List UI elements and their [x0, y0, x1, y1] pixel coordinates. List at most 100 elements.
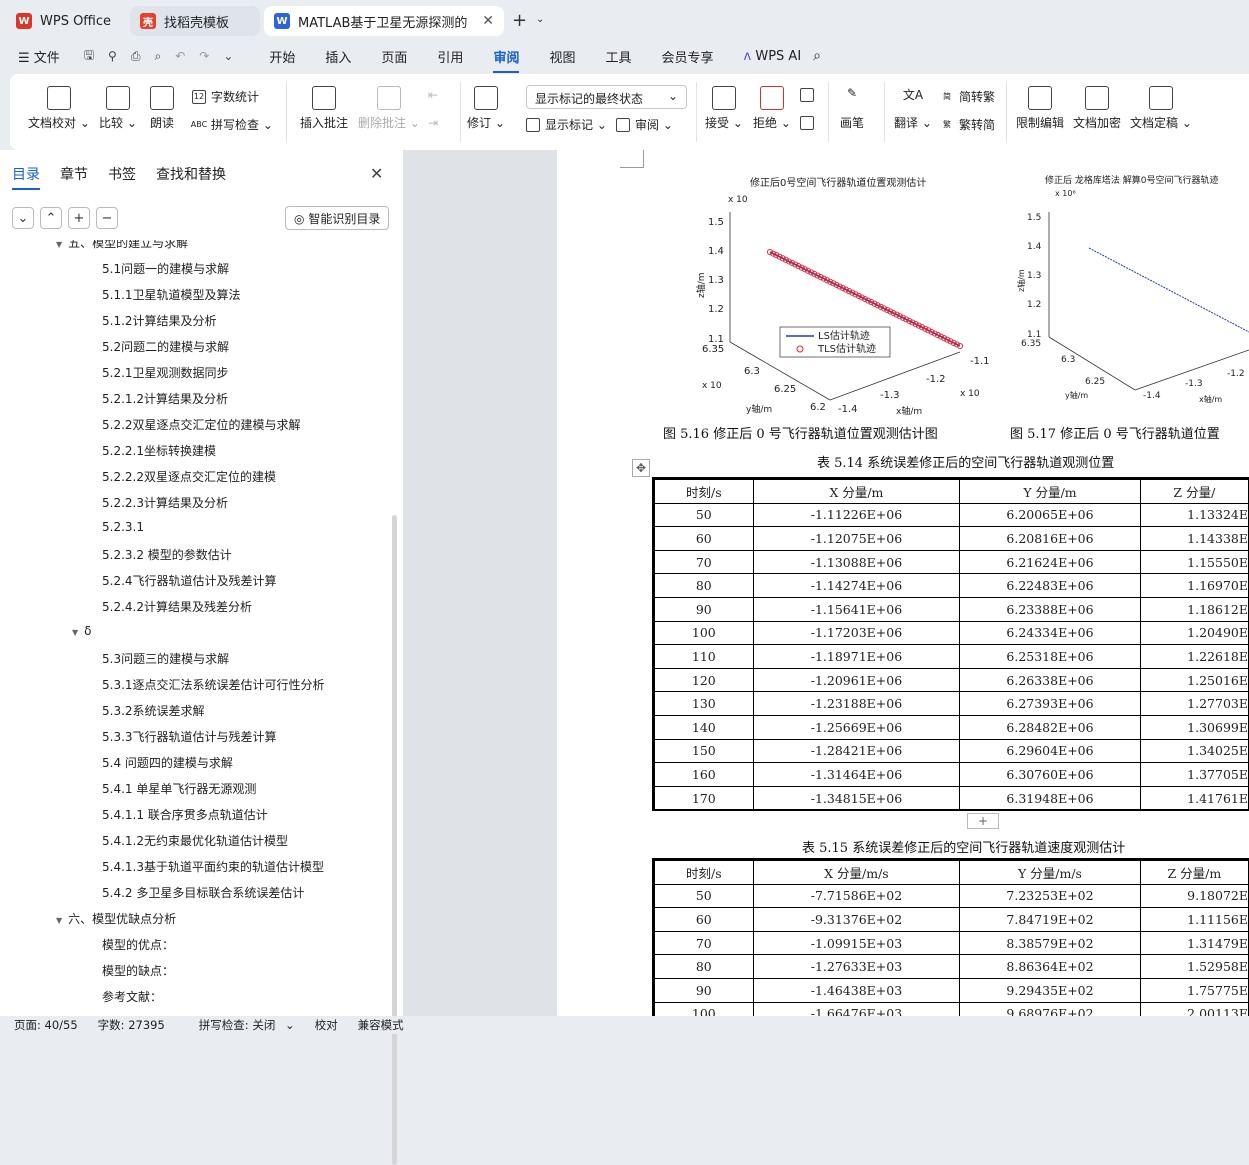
smart-toc-button[interactable]: ◎ 智能识别目录 [285, 206, 390, 230]
tab-toc[interactable]: 目录 [12, 164, 40, 190]
save-icon[interactable]: 🖫 [84, 46, 94, 67]
toc-item[interactable]: 5.3.3飞行器轨道估计与残差计算 [102, 728, 277, 745]
page-indicator[interactable]: 页面: 40/55 [14, 1017, 78, 1033]
toc-item[interactable]: 5.2.4飞行器轨道估计及残差计算 [102, 572, 277, 589]
tab-document[interactable]: W MATLAB基于卫星无源探测的空 ✕ [264, 6, 504, 36]
toc-item[interactable]: ▼ 六、模型优缺点分析 [56, 910, 176, 927]
toc-item[interactable]: 5.2.3.1 [102, 520, 144, 534]
table-move-handle-icon[interactable]: ✥ [632, 459, 650, 477]
toc-item[interactable]: ▼ 五、模型的建立与求解 [56, 240, 188, 251]
share-icon[interactable]: ⚲ [108, 49, 117, 63]
pen-button[interactable]: ✎ 画笔 [836, 86, 868, 131]
menu-home[interactable]: 开始 [269, 47, 295, 66]
markup-state-dropdown[interactable]: 显示标记的最终状态 ⌄ [526, 85, 687, 109]
close-tab-icon[interactable]: ✕ [482, 13, 494, 29]
add-row-icon[interactable]: + [967, 813, 999, 829]
trad-to-simp-button[interactable]: 繁繁转简 [940, 116, 995, 133]
tab-template[interactable]: 壳 找稻壳模板 [130, 6, 260, 36]
menu-page[interactable]: 页面 [381, 47, 407, 66]
remove-icon[interactable]: − [96, 207, 118, 229]
toc-item[interactable]: 5.4.1.1 联合序贯多点轨道估计 [102, 806, 268, 823]
tab-find-replace[interactable]: 查找和替换 [156, 164, 226, 184]
menu-member[interactable]: 会员专享 [661, 47, 713, 66]
nav-scrollbar[interactable] [392, 515, 397, 1165]
tab-list-chevron-icon[interactable]: ⌄ [536, 14, 544, 25]
encrypt-button[interactable]: 文档加密 [1070, 86, 1124, 131]
reject-button[interactable]: 拒绝 ⌄ [750, 86, 794, 131]
translate-button[interactable]: 文A 翻译 ⌄ [892, 86, 934, 131]
spell-check-status[interactable]: 拼写检查: 关闭 ⌄ [185, 1017, 295, 1033]
menu-insert[interactable]: 插入 [325, 47, 351, 66]
prev-change-icon[interactable] [800, 88, 819, 102]
next-comment-icon[interactable]: ⇥ [428, 116, 438, 130]
compare-button[interactable]: 比较 ⌄ [96, 86, 140, 131]
toc-item[interactable]: 5.3.2系统误差求解 [102, 702, 205, 719]
toc-item[interactable]: 模型的缺点： [102, 962, 174, 979]
show-markup-button[interactable]: 显示标记 ⌄ [526, 116, 607, 133]
expand-toggle-icon[interactable]: ▼ [72, 628, 78, 637]
tab-bookmarks[interactable]: 书签 [108, 164, 136, 184]
menu-tools[interactable]: 工具 [605, 47, 631, 66]
tab-wps-office[interactable]: W WPS Office [6, 6, 123, 36]
review-pane-button[interactable]: 审阅 ⌄ [616, 116, 673, 133]
finalize-button[interactable]: 文档定稿 ⌄ [1130, 86, 1192, 131]
file-menu-label: 文件 [33, 50, 60, 66]
expand-toggle-icon[interactable]: ▼ [56, 240, 62, 249]
toc-item[interactable]: 5.2.4.2计算结果及残差分析 [102, 598, 252, 615]
restrict-edit-button[interactable]: 限制编辑 [1013, 86, 1067, 131]
toc-item[interactable]: 模型的优点： [102, 936, 174, 953]
delete-comment-button[interactable]: 删除批注 ⌄ [358, 86, 420, 131]
redo-icon[interactable]: ↷ [199, 49, 209, 63]
toc-item[interactable]: 5.1.1卫星轨道模型及算法 [102, 286, 241, 303]
toc-item[interactable]: 5.2.2双星逐点交汇定位的建模与求解 [102, 416, 301, 433]
more-chevron-icon[interactable]: ⌄ [223, 49, 233, 63]
file-menu[interactable]: ☰ 文件 [18, 47, 60, 66]
toc-item[interactable]: 5.4.1.2无约束最优化轨道估计模型 [102, 832, 288, 849]
spell-check-button[interactable]: ABC 拼写检查 ⌄ [191, 116, 273, 133]
toc-item[interactable]: ▼ δ [72, 624, 92, 638]
toc-item[interactable]: 5.4 问题四的建模与求解 [102, 754, 233, 771]
collapse-chevron-icon[interactable]: ⌄ [12, 207, 34, 229]
wps-ai-button[interactable]: ᴧ WPS AI [744, 49, 802, 64]
toc-item[interactable]: 5.1问题一的建模与求解 [102, 260, 229, 277]
toc-item[interactable]: 5.2.1.2计算结果及分析 [102, 390, 228, 407]
new-tab-icon[interactable]: + [512, 10, 527, 31]
menu-review[interactable]: 审阅 [493, 47, 520, 73]
tab-chapters[interactable]: 章节 [60, 164, 88, 184]
compare-icon [106, 86, 130, 110]
toc-item[interactable]: 5.4.2 多卫星多目标联合系统误差估计 [102, 884, 304, 901]
add-icon[interactable]: + [68, 207, 90, 229]
toc-item[interactable]: 5.2.2.1坐标转换建模 [102, 442, 216, 459]
next-change-icon[interactable] [800, 116, 819, 130]
menu-view[interactable]: 视图 [549, 47, 575, 66]
print-icon[interactable]: ⎙ [131, 49, 141, 64]
prev-comment-icon[interactable]: ⇤ [428, 88, 438, 102]
expand-chevron-icon[interactable]: ⌃ [40, 207, 62, 229]
toc-item[interactable]: 5.1.2计算结果及分析 [102, 312, 217, 329]
accept-button[interactable]: 接受 ⌄ [702, 86, 746, 131]
undo-icon[interactable]: ↶ [175, 49, 185, 63]
toc-item[interactable]: 5.3.1逐点交汇法系统误差估计可行性分析 [102, 676, 325, 693]
toc-item[interactable]: 5.2.3.2 模型的参数估计 [102, 546, 232, 563]
toc-item[interactable]: 5.2.2.2双星逐点交汇定位的建模 [102, 468, 276, 485]
toc-item[interactable]: 5.3问题三的建模与求解 [102, 650, 229, 667]
toc-item[interactable]: 5.2问题二的建模与求解 [102, 338, 229, 355]
word-count-button[interactable]: 12 字数统计 [192, 88, 259, 105]
doc-check-button[interactable]: 文档校对 ⌄ [28, 86, 90, 131]
toc-item[interactable]: 参考文献： [102, 988, 162, 1005]
read-aloud-button[interactable]: 朗读 [146, 86, 178, 131]
proofread-status[interactable]: 校对 [315, 1017, 338, 1033]
insert-comment-button[interactable]: 插入批注 [298, 86, 350, 131]
search-icon[interactable]: ⌕ [813, 48, 821, 64]
menu-reference[interactable]: 引用 [437, 47, 463, 66]
print-preview-icon[interactable]: ⌕ [154, 49, 161, 64]
track-changes-button[interactable]: 修订 ⌄ [466, 86, 506, 131]
toc-item[interactable]: 5.4.1.3基于轨道平面约束的轨道估计模型 [102, 858, 324, 875]
toc-item[interactable]: 5.2.1卫星观测数据同步 [102, 364, 229, 381]
expand-toggle-icon[interactable]: ▼ [56, 916, 62, 925]
toc-item[interactable]: 5.4.1 单星单飞行器无源观测 [102, 780, 256, 797]
simp-to-trad-button[interactable]: 简简转繁 [940, 88, 995, 105]
close-icon[interactable]: ✕ [370, 164, 383, 183]
word-count-indicator[interactable]: 字数: 27395 [98, 1017, 165, 1033]
toc-item[interactable]: 5.2.2.3计算结果及分析 [102, 494, 228, 511]
